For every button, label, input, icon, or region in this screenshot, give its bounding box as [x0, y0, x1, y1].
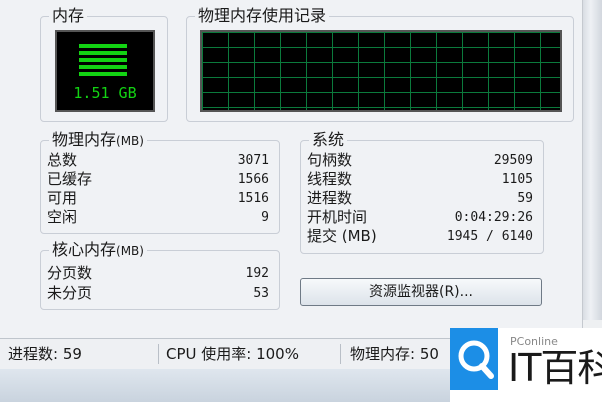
- row-label: 分页数: [47, 264, 93, 282]
- system-group: 系统 句柄数 29509 线程数 1105 进程数 59 开机时间 0:04:2…: [300, 131, 544, 254]
- pconline-logo: PConline IT百科: [450, 328, 602, 402]
- gauge-bar: [79, 51, 127, 55]
- status-divider: [158, 344, 159, 364]
- row-value: 59: [517, 191, 533, 206]
- list-item: 线程数 1105: [301, 170, 543, 189]
- list-item: 句柄数 29509: [301, 151, 543, 170]
- kernel-memory-group: 核心内存(MB) 分页数 192 未分页 53: [40, 241, 280, 310]
- row-label: 进程数: [307, 189, 353, 207]
- watermark-title: IT百科: [508, 346, 602, 390]
- row-value: 1945 / 6140: [446, 229, 533, 244]
- row-value: 1566: [237, 172, 269, 187]
- gauge-bar: [79, 72, 127, 76]
- list-item: 进程数 59: [301, 189, 543, 208]
- row-value: 29509: [493, 153, 533, 168]
- window-frame-edge: [583, 0, 602, 320]
- list-item: 空闲 9: [41, 208, 279, 227]
- status-cpu-usage: CPU 使用率: 100%: [166, 345, 299, 363]
- row-label: 可用: [47, 189, 78, 207]
- search-icon: [450, 328, 498, 390]
- list-item: 未分页 53: [41, 284, 279, 303]
- memory-history-graph: [200, 30, 562, 112]
- physical-memory-title: 物理内存(MB): [49, 131, 147, 150]
- memory-gauge-value: 1.51 GB: [73, 84, 137, 102]
- list-item: 分页数 192: [41, 264, 279, 283]
- memory-history-title: 物理内存使用记录: [195, 7, 330, 25]
- status-divider: [340, 344, 341, 364]
- gauge-bar: [79, 65, 127, 69]
- kernel-memory-title: 核心内存(MB): [49, 241, 147, 260]
- row-label: 总数: [47, 151, 78, 169]
- row-label: 开机时间: [307, 208, 368, 226]
- status-physical-memory: 物理内存: 50: [350, 345, 439, 363]
- row-value: 192: [245, 266, 269, 281]
- row-label: 线程数: [307, 170, 353, 188]
- list-item: 开机时间 0:04:29:26: [301, 208, 543, 227]
- row-label: 已缓存: [47, 170, 93, 188]
- resource-monitor-button[interactable]: 资源监视器(R)...: [300, 278, 542, 306]
- row-value: 53: [253, 286, 269, 301]
- memory-group-title: 内存: [49, 7, 88, 25]
- row-value: 0:04:29:26: [454, 210, 533, 225]
- physical-memory-group: 物理内存(MB) 总数 3071 已缓存 1566 可用 1516 空闲 9: [40, 131, 280, 234]
- gauge-bar: [79, 44, 127, 48]
- list-item: 总数 3071: [41, 151, 279, 170]
- row-label: 未分页: [47, 284, 93, 302]
- gauge-bar: [79, 58, 127, 62]
- list-item: 提交 (MB) 1945 / 6140: [301, 227, 543, 246]
- memory-gauge: 1.51 GB: [55, 30, 155, 112]
- row-value: 3071: [237, 153, 269, 168]
- system-title: 系统: [309, 131, 348, 149]
- row-value: 1105: [501, 172, 533, 187]
- row-label: 空闲: [47, 208, 78, 226]
- row-label: 提交 (MB): [307, 227, 377, 245]
- row-label: 句柄数: [307, 151, 353, 169]
- row-value: 1516: [237, 191, 269, 206]
- status-processes: 进程数: 59: [8, 345, 82, 363]
- list-item: 可用 1516: [41, 189, 279, 208]
- row-value: 9: [261, 210, 269, 225]
- list-item: 已缓存 1566: [41, 170, 279, 189]
